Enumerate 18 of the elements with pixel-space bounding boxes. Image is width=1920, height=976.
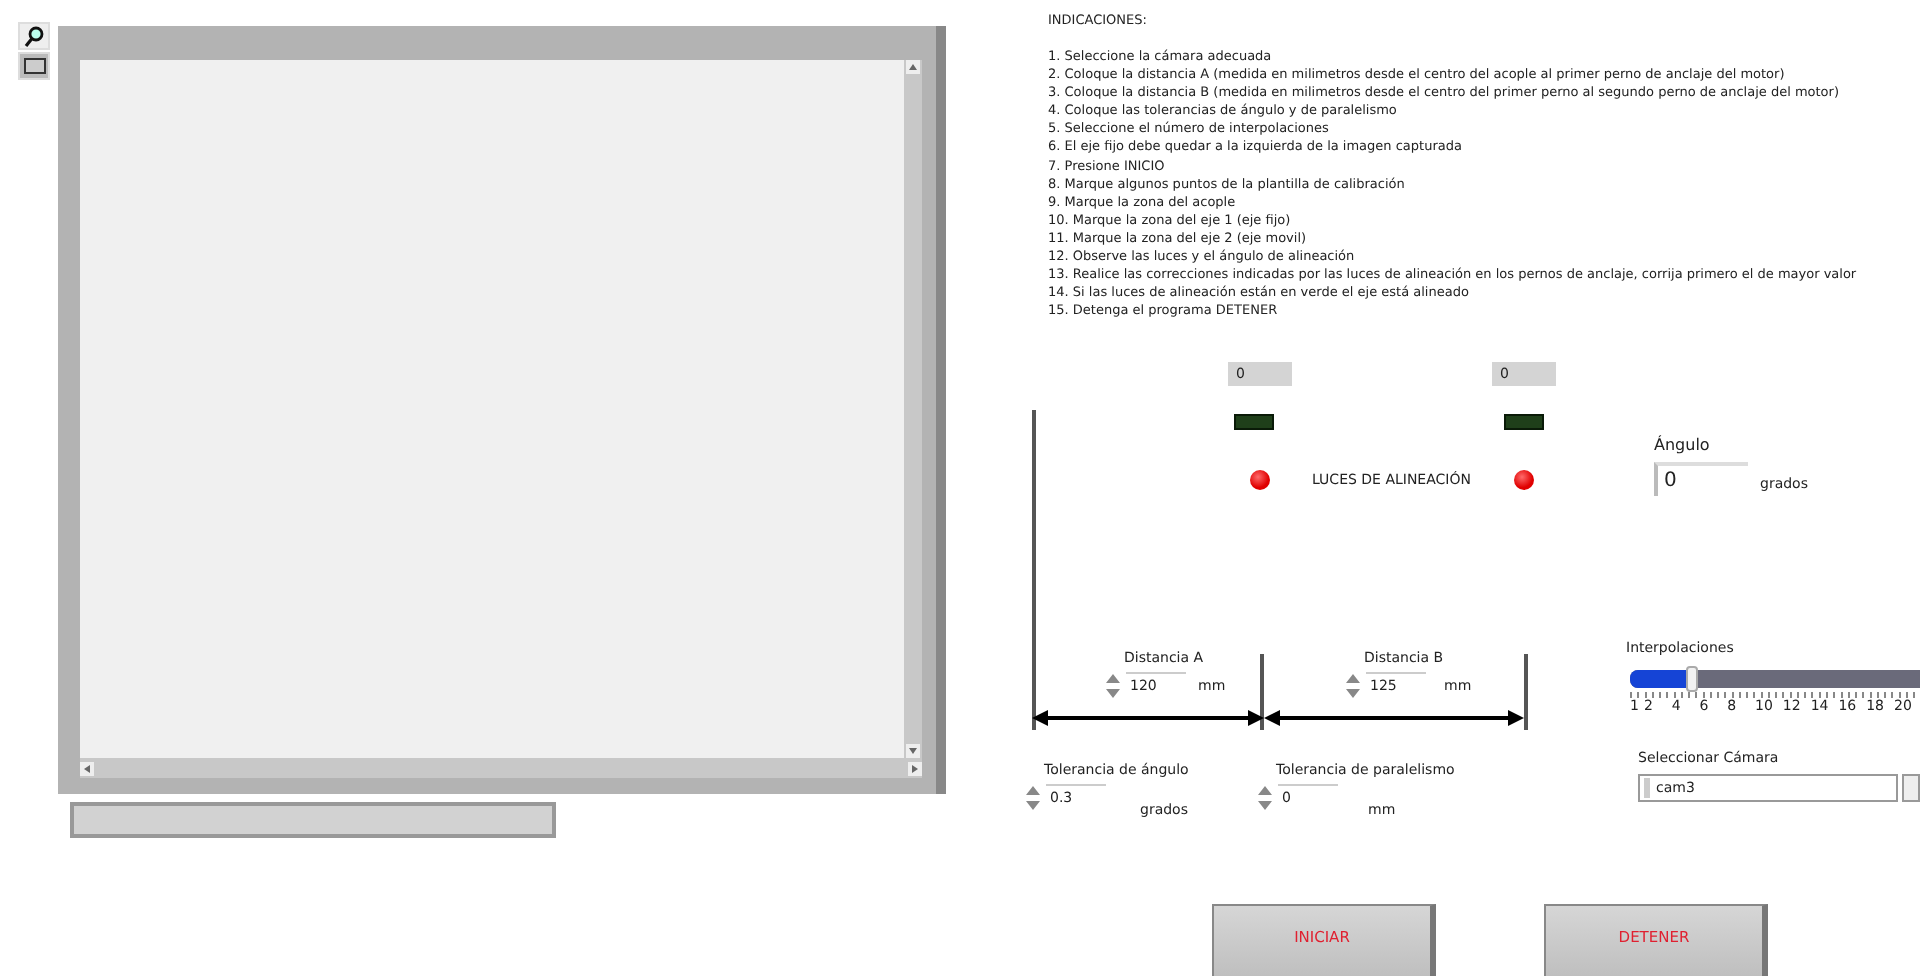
horizontal-scrollbar[interactable] bbox=[80, 758, 922, 778]
angle-field: 0 bbox=[1654, 462, 1748, 496]
spinner-arrows-icon[interactable] bbox=[1024, 784, 1042, 812]
zoom-tool-button[interactable] bbox=[18, 22, 50, 50]
rectangle-icon bbox=[23, 58, 45, 74]
spinner-arrows-icon[interactable] bbox=[1256, 784, 1274, 812]
spinner-arrows-icon[interactable] bbox=[1344, 672, 1362, 700]
angle-label: Ángulo bbox=[1654, 436, 1710, 454]
up-arrow-icon[interactable] bbox=[906, 60, 920, 74]
left-arrow-icon[interactable] bbox=[80, 761, 94, 775]
frame-tool-button[interactable] bbox=[18, 52, 50, 80]
slider-thumb[interactable] bbox=[1686, 666, 1699, 692]
slider-track[interactable] bbox=[1630, 670, 1920, 688]
vertical-scrollbar[interactable] bbox=[904, 60, 922, 758]
magnifier-icon bbox=[24, 25, 44, 47]
spinner-arrows-icon[interactable] bbox=[1104, 672, 1122, 700]
right-arrow-icon[interactable] bbox=[908, 761, 922, 775]
down-arrow-icon[interactable] bbox=[906, 744, 920, 758]
